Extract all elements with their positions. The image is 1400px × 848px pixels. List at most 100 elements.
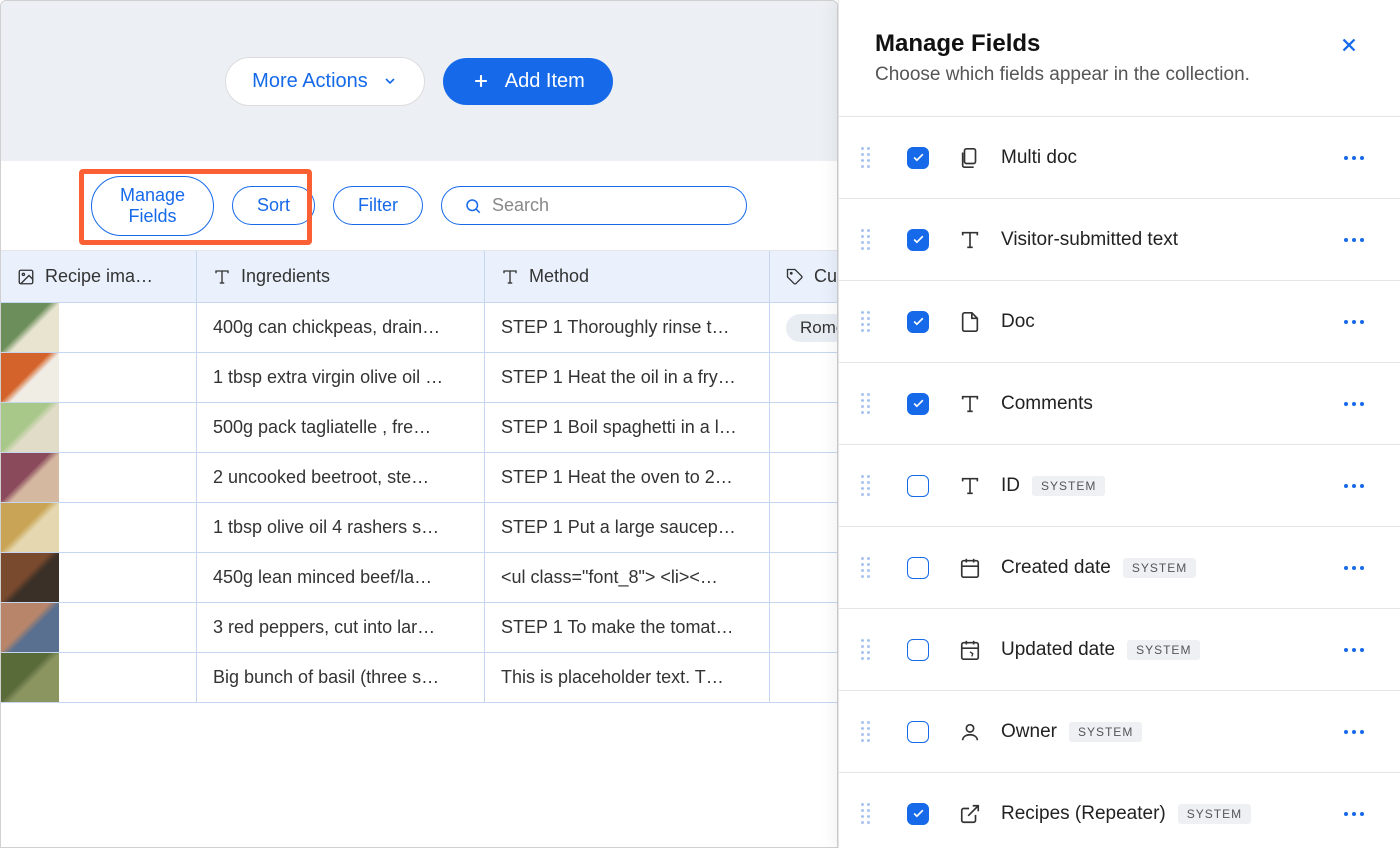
field-more-button[interactable]	[1338, 478, 1370, 494]
drag-handle[interactable]	[861, 635, 875, 664]
text-icon	[501, 268, 519, 286]
field-label: OwnerSYSTEM	[1001, 721, 1318, 743]
main-content: More Actions Add Item Manage Fields Sort…	[0, 0, 838, 848]
column-header-ingredients[interactable]: Ingredients	[197, 251, 485, 302]
field-checkbox[interactable]	[907, 311, 929, 333]
cell-cuisine	[770, 403, 837, 452]
drag-handle[interactable]	[861, 553, 875, 582]
field-row: Doc	[839, 281, 1400, 363]
text-icon	[959, 393, 981, 415]
field-more-button[interactable]	[1338, 642, 1370, 658]
tag-icon	[786, 268, 804, 286]
field-row: IDSYSTEM	[839, 445, 1400, 527]
cell-image	[1, 303, 197, 352]
field-more-button[interactable]	[1338, 806, 1370, 822]
search-field[interactable]	[441, 186, 747, 225]
system-badge: SYSTEM	[1123, 558, 1196, 578]
field-label: Visitor-submitted text	[1001, 229, 1318, 251]
field-checkbox[interactable]	[907, 393, 929, 415]
close-button[interactable]	[1334, 30, 1364, 63]
field-more-button[interactable]	[1338, 314, 1370, 330]
drag-handle[interactable]	[861, 143, 875, 172]
person-icon	[959, 721, 981, 743]
cell-method: STEP 1 To make the tomat…	[485, 603, 770, 652]
table-row[interactable]: 500g pack tagliatelle , fre…STEP 1 Boil …	[1, 403, 837, 453]
field-checkbox[interactable]	[907, 147, 929, 169]
more-actions-button[interactable]: More Actions	[225, 57, 425, 106]
manage-fields-panel: Manage Fields Choose which fields appear…	[838, 0, 1400, 848]
table-row[interactable]: 2 uncooked beetroot, ste…STEP 1 Heat the…	[1, 453, 837, 503]
drag-handle[interactable]	[861, 307, 875, 336]
cell-method: <ul class="font_8"> <li><…	[485, 553, 770, 602]
field-row: Updated dateSYSTEM	[839, 609, 1400, 691]
cell-ingredients: 500g pack tagliatelle , fre…	[197, 403, 485, 452]
cell-image	[1, 453, 197, 502]
field-checkbox[interactable]	[907, 639, 929, 661]
field-row: Visitor-submitted text	[839, 199, 1400, 281]
column-label: Cu	[814, 266, 837, 287]
recipe-thumbnail	[1, 403, 59, 452]
cell-ingredients: 450g lean minced beef/la…	[197, 553, 485, 602]
table-row[interactable]: Big bunch of basil (three s…This is plac…	[1, 653, 837, 703]
plus-icon	[471, 71, 491, 91]
close-icon	[1338, 34, 1360, 56]
field-checkbox[interactable]	[907, 803, 929, 825]
field-label: Multi doc	[1001, 147, 1318, 169]
system-badge: SYSTEM	[1127, 640, 1200, 660]
field-list: Multi doc Visitor-submitted text Doc Commen…	[839, 117, 1400, 848]
field-checkbox[interactable]	[907, 557, 929, 579]
text-icon	[213, 268, 231, 286]
table-row[interactable]: 3 red peppers, cut into lar…STEP 1 To ma…	[1, 603, 837, 653]
system-badge: SYSTEM	[1069, 722, 1142, 742]
field-label: IDSYSTEM	[1001, 475, 1318, 497]
drag-handle[interactable]	[861, 471, 875, 500]
cell-method: STEP 1 Boil spaghetti in a l…	[485, 403, 770, 452]
doc-icon	[959, 311, 981, 333]
field-row: Recipes (Repeater)SYSTEM	[839, 773, 1400, 848]
field-more-button[interactable]	[1338, 560, 1370, 576]
field-checkbox[interactable]	[907, 475, 929, 497]
manage-fields-button[interactable]: Manage Fields	[91, 176, 214, 236]
add-item-button[interactable]: Add Item	[443, 58, 613, 105]
field-more-button[interactable]	[1338, 150, 1370, 166]
drag-handle[interactable]	[861, 225, 875, 254]
search-input[interactable]	[492, 195, 724, 216]
field-checkbox[interactable]	[907, 229, 929, 251]
field-row: Comments	[839, 363, 1400, 445]
field-more-button[interactable]	[1338, 724, 1370, 740]
column-header-cuisine[interactable]: Cu	[770, 251, 837, 302]
search-icon	[464, 197, 482, 215]
field-more-button[interactable]	[1338, 396, 1370, 412]
filter-button[interactable]: Filter	[333, 186, 423, 225]
system-badge: SYSTEM	[1178, 804, 1251, 824]
panel-title: Manage Fields	[875, 30, 1250, 58]
cell-ingredients: 1 tbsp olive oil 4 rashers s…	[197, 503, 485, 552]
cell-image	[1, 603, 197, 652]
column-header-method[interactable]: Method	[485, 251, 770, 302]
cell-method: STEP 1 Heat the oil in a fry…	[485, 353, 770, 402]
cell-image	[1, 403, 197, 452]
column-header-image[interactable]: Recipe ima…	[1, 251, 197, 302]
drag-handle[interactable]	[861, 799, 875, 828]
calendar-r-icon	[959, 639, 981, 661]
table-row[interactable]: 1 tbsp extra virgin olive oil …STEP 1 He…	[1, 353, 837, 403]
table-row[interactable]: 400g can chickpeas, drain…STEP 1 Thoroug…	[1, 303, 837, 353]
field-label: Comments	[1001, 393, 1318, 415]
table-row[interactable]: 450g lean minced beef/la…<ul class="font…	[1, 553, 837, 603]
table-row[interactable]: 1 tbsp olive oil 4 rashers s…STEP 1 Put …	[1, 503, 837, 553]
cell-cuisine	[770, 603, 837, 652]
drag-handle[interactable]	[861, 717, 875, 746]
cuisine-tag: Rome	[786, 314, 837, 342]
cell-ingredients: 2 uncooked beetroot, ste…	[197, 453, 485, 502]
cell-cuisine	[770, 653, 837, 702]
multidoc-icon	[959, 147, 981, 169]
cell-cuisine	[770, 453, 837, 502]
sort-button[interactable]: Sort	[232, 186, 315, 225]
field-checkbox[interactable]	[907, 721, 929, 743]
field-more-button[interactable]	[1338, 232, 1370, 248]
system-badge: SYSTEM	[1032, 476, 1105, 496]
table-header: Recipe ima… Ingredients Method Cu	[1, 251, 837, 303]
drag-handle[interactable]	[861, 389, 875, 418]
recipe-thumbnail	[1, 553, 59, 602]
cell-method: STEP 1 Heat the oven to 2…	[485, 453, 770, 502]
